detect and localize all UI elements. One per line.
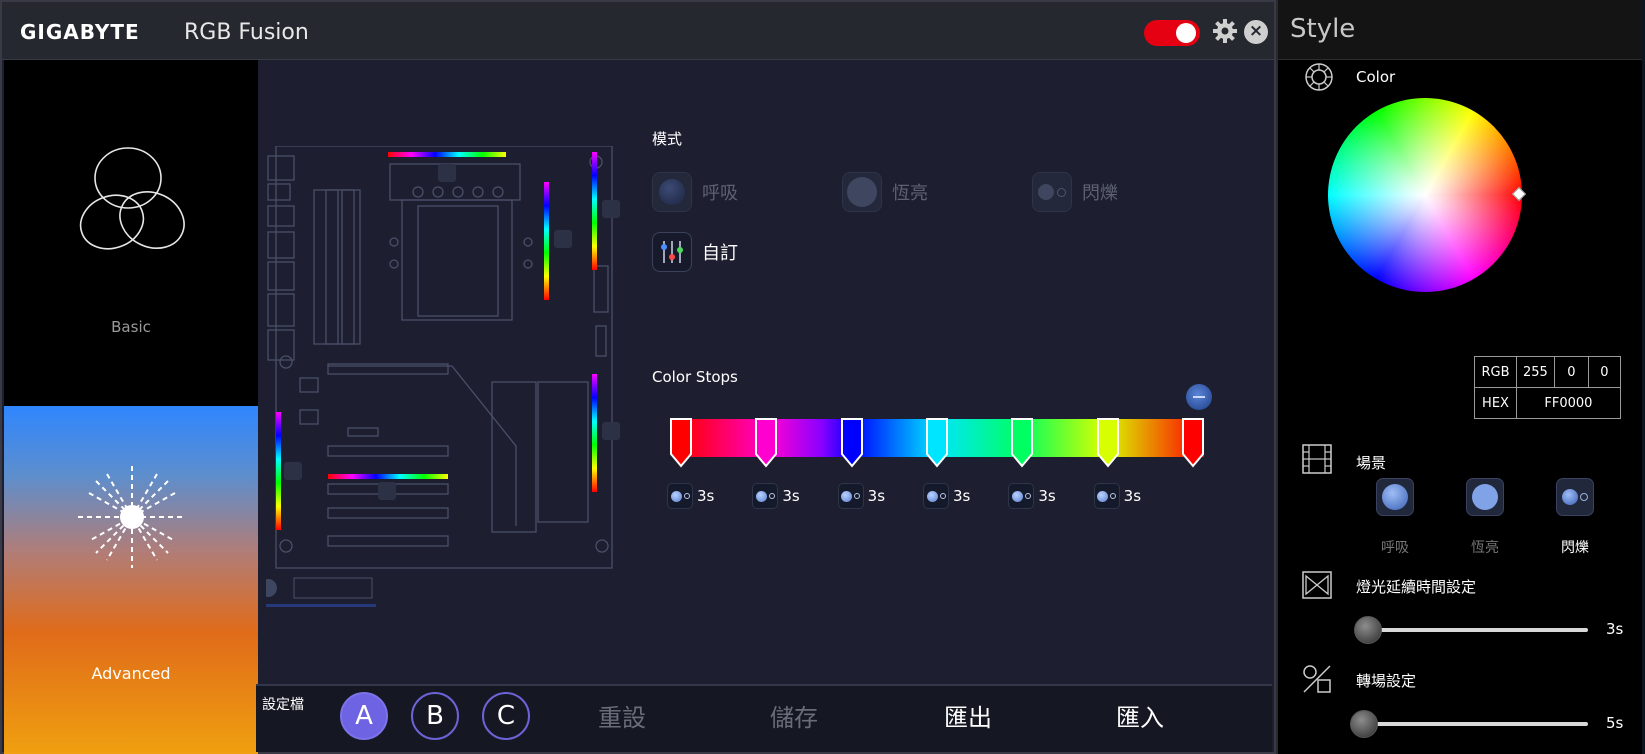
stop-duration-value: 3s: [867, 487, 886, 505]
mode-breathing-label: 呼吸: [702, 183, 738, 204]
transition-slider-track[interactable]: [1364, 722, 1588, 726]
color-wheel-icon: [1305, 63, 1333, 91]
save-button[interactable]: 儲存: [770, 698, 818, 733]
transition-value: 5s: [1606, 714, 1624, 732]
duration-toggle-icon: [752, 483, 779, 509]
rgb-hex-table: RGB 255 0 0 HEX FF0000: [1474, 356, 1621, 419]
color-stops-title: Color Stops: [652, 368, 738, 386]
static-icon: [1472, 484, 1498, 510]
stop-duration[interactable]: 3s: [1093, 482, 1142, 510]
scene-flash-button[interactable]: [1556, 478, 1594, 516]
scene-static-label: 恆亮: [1471, 540, 1499, 556]
profile-c-button[interactable]: C: [482, 692, 530, 740]
static-icon: [842, 172, 882, 212]
app-title: RGB Fusion: [184, 20, 309, 45]
basic-rings-icon: [79, 147, 185, 250]
minus-icon: [1193, 396, 1205, 398]
mode-section-title: 模式: [652, 130, 683, 148]
stop-duration-value: 3s: [782, 487, 800, 505]
gigabyte-logo: GIGABYTE: [20, 20, 140, 44]
rgb-b-field[interactable]: 0: [1587, 356, 1621, 388]
stop-duration[interactable]: 3s: [667, 482, 714, 510]
transition-icon: [1303, 665, 1331, 693]
scene-label: 場景: [1356, 454, 1387, 472]
duration-slider-knob[interactable]: [1354, 616, 1383, 644]
color-stop-marker[interactable]: [670, 418, 692, 468]
profile-bar: 設定檔 A B C 重設 儲存 匯出 匯入: [256, 684, 1272, 752]
mode-static[interactable]: 恆亮: [842, 170, 928, 214]
scene-static-button[interactable]: [1466, 478, 1504, 516]
duration-value: 3s: [1606, 620, 1624, 638]
film-strip-icon: [1302, 444, 1332, 474]
mode-static-label: 恆亮: [892, 183, 928, 204]
stop-duration-value: 3s: [953, 487, 971, 505]
profile-a-button[interactable]: A: [340, 692, 388, 740]
title-bar: GIGABYTE RGB Fusion ×: [2, 2, 1274, 60]
stop-duration-value: 3s: [697, 487, 715, 505]
close-icon[interactable]: ×: [1244, 20, 1268, 44]
style-title: Style: [1290, 14, 1356, 44]
color-stop-marker[interactable]: [840, 418, 863, 468]
mode-custom-label: 自訂: [702, 243, 738, 264]
mode-basic[interactable]: Basic: [4, 60, 258, 406]
duration-toggle-icon: [837, 483, 864, 509]
stop-duration-value: 3s: [1123, 487, 1142, 505]
power-toggle[interactable]: [1144, 20, 1200, 46]
hex-label: HEX: [1474, 387, 1517, 419]
duration-toggle-icon: [923, 483, 949, 509]
duration-toggle-icon: [667, 483, 693, 509]
mode-flash-label: 閃爍: [1082, 183, 1118, 204]
mode-breathing[interactable]: 呼吸: [652, 170, 738, 214]
stop-duration[interactable]: 3s: [923, 482, 970, 510]
duration-label: 燈光延續時間設定: [1356, 578, 1477, 596]
profile-b-button[interactable]: B: [411, 692, 459, 740]
motherboard-diagram: [266, 146, 620, 607]
style-panel: Style Color RGB 255 0 0 HEX FF0000 場景 呼吸…: [1276, 0, 1642, 754]
stop-duration[interactable]: 3s: [752, 482, 800, 510]
transition-label: 轉場設定: [1356, 672, 1417, 690]
mode-advanced-label: Advanced: [91, 664, 171, 683]
transition-slider-knob[interactable]: [1350, 710, 1378, 738]
custom-sliders-icon: [652, 232, 692, 272]
profile-label: 設定檔: [262, 697, 304, 713]
flash-icon: [1562, 489, 1578, 505]
rgb-label: RGB: [1474, 356, 1517, 388]
color-stop-marker[interactable]: [1011, 418, 1034, 468]
mode-advanced[interactable]: Advanced: [4, 406, 258, 754]
color-stop-marker[interactable]: [1182, 418, 1204, 468]
scene-breathing-label: 呼吸: [1381, 540, 1409, 556]
gear-icon[interactable]: [1212, 18, 1238, 44]
rgb-r-field[interactable]: 255: [1516, 356, 1555, 388]
color-label: Color: [1356, 68, 1396, 86]
scene-breathing-button[interactable]: [1376, 478, 1414, 516]
breathing-icon: [1382, 484, 1408, 510]
mode-custom[interactable]: 自訂: [652, 230, 738, 274]
color-stop-marker[interactable]: [755, 418, 778, 468]
toggle-knob: [1176, 23, 1196, 43]
style-header: Style: [1278, 0, 1642, 60]
color-stop-marker[interactable]: [1096, 418, 1119, 468]
duration-icon: [1302, 571, 1332, 599]
stop-duration[interactable]: 3s: [837, 482, 886, 510]
duration-toggle-icon: [1008, 483, 1035, 509]
duration-toggle-icon: [1093, 483, 1120, 509]
import-button[interactable]: 匯入: [1116, 698, 1164, 733]
hex-field[interactable]: FF0000: [1516, 387, 1621, 419]
mode-basic-label: Basic: [111, 318, 151, 336]
content-area: 模式 呼吸 恆亮 閃爍 自訂 Color Stops: [256, 58, 1272, 684]
advanced-sun-icon: [78, 466, 186, 568]
export-button[interactable]: 匯出: [944, 698, 992, 733]
flash-icon: [1032, 172, 1072, 212]
breathing-icon: [652, 172, 692, 212]
stop-duration[interactable]: 3s: [1008, 482, 1056, 510]
remove-stop-button[interactable]: [1186, 384, 1212, 410]
color-stop-marker[interactable]: [926, 418, 948, 468]
duration-slider-track[interactable]: [1364, 628, 1588, 632]
stop-duration-value: 3s: [1038, 487, 1056, 505]
rgb-g-field[interactable]: 0: [1553, 356, 1589, 388]
color-wheel[interactable]: [1328, 98, 1522, 292]
mode-flash[interactable]: 閃爍: [1032, 170, 1118, 214]
scene-flash-label: 閃爍: [1561, 540, 1589, 556]
reset-button[interactable]: 重設: [598, 698, 646, 733]
